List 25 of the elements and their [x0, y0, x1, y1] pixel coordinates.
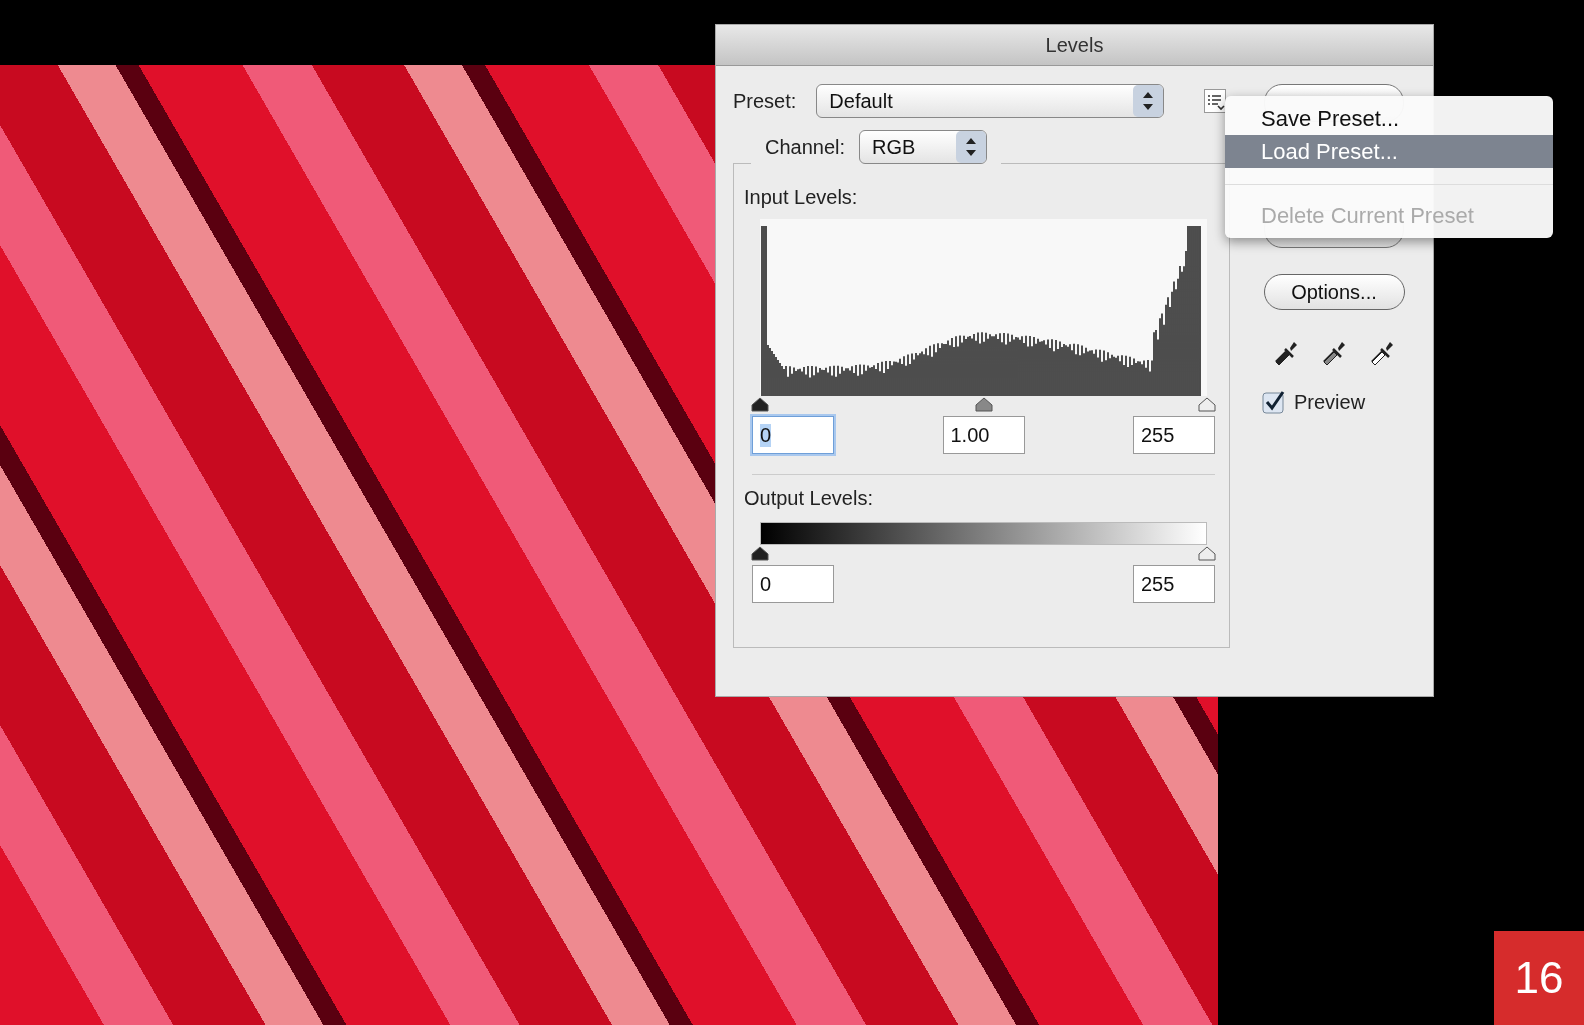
input-field[interactable]: 1.00	[942, 416, 1025, 454]
page-number: 16	[1494, 931, 1584, 1025]
slider-thumb[interactable]	[1198, 545, 1216, 561]
preview-label: Preview	[1294, 390, 1366, 414]
menu-item[interactable]: Load Preset...	[1225, 135, 1553, 168]
input-field[interactable]: 255	[1133, 565, 1215, 603]
stepper-icon	[1133, 85, 1164, 117]
input-field[interactable]: 255	[1133, 416, 1215, 454]
options-button[interactable]: Options...	[1263, 274, 1405, 310]
channel-label: Channel:	[765, 135, 846, 159]
slider-thumb[interactable]	[1198, 396, 1216, 412]
preview-checkbox[interactable]	[1262, 390, 1286, 414]
window-title: Levels	[716, 25, 1433, 66]
menu-item[interactable]: Save Preset...	[1225, 102, 1553, 135]
preset-select[interactable]: Default	[816, 84, 1165, 118]
preset-label: Preset:	[733, 89, 797, 113]
slider-thumb[interactable]	[751, 396, 769, 412]
output-levels-label: Output Levels:	[744, 487, 873, 509]
slider-thumb[interactable]	[751, 545, 769, 561]
input-field[interactable]: 0	[752, 416, 834, 454]
menu-icon[interactable]	[1204, 89, 1227, 113]
channel-select[interactable]: RGB	[859, 130, 988, 164]
input-levels-label: Input Levels:	[744, 186, 858, 208]
stepper-icon	[956, 131, 987, 163]
input-field[interactable]: 0	[752, 565, 834, 603]
